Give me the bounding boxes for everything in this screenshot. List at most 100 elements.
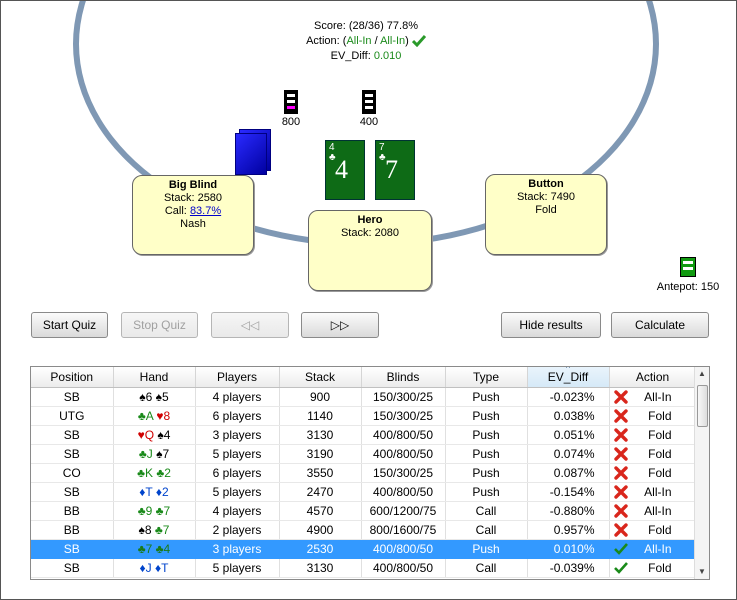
red-x-icon <box>613 523 628 538</box>
cell-ev-diff: -0.039% <box>527 558 610 578</box>
card-suit: ♣ <box>155 504 164 518</box>
table-row[interactable]: SB ♠6 ♠5 4 players 900 150/300/25 Push -0.023%… <box>31 387 697 407</box>
action-paren-close: ) <box>405 35 409 47</box>
cell-position: CO <box>31 463 114 483</box>
hand-card: ♣4 <box>156 542 171 556</box>
hand-card: ♦J <box>140 561 152 575</box>
card-rank: 5 <box>162 390 169 404</box>
red-x-icon <box>613 504 628 519</box>
column-header-label: Players <box>216 370 257 384</box>
hand-card: ♣9 <box>138 504 153 518</box>
column-header-hand[interactable]: Hand <box>113 367 196 388</box>
cell-position: UTG <box>31 406 114 426</box>
card-rank: 7 <box>163 504 171 518</box>
cell-stack: 900 <box>279 387 362 407</box>
hand-card: ♦T <box>139 485 152 499</box>
previous-hand-button[interactable]: ◁◁ <box>211 312 289 338</box>
cell-type: Push <box>445 463 528 483</box>
cell-stack: 1140 <box>279 406 362 426</box>
column-header-stack[interactable]: Stack <box>279 367 362 388</box>
cell-players: 4 players <box>195 387 280 407</box>
column-header-type[interactable]: Type <box>445 367 528 388</box>
card-rank: 4 <box>163 542 171 556</box>
cell-hand: ♠6 ♠5 <box>113 387 196 407</box>
cell-position: SB <box>31 444 114 464</box>
antepot: Antepot: 150 <box>643 257 733 293</box>
scrollbar-thumb[interactable] <box>697 385 708 427</box>
vertical-scrollbar[interactable]: ▲ ▼ <box>694 367 709 579</box>
call-range-link[interactable]: 83.7% <box>190 205 221 217</box>
cell-action: Fold <box>609 520 697 540</box>
cell-blinds: 150/300/25 <box>361 406 446 426</box>
card-rank: J <box>145 561 152 575</box>
cell-ev-diff: -0.880% <box>527 501 610 521</box>
cell-stack: 3550 <box>279 463 362 483</box>
card-rank: 4 <box>163 428 171 442</box>
column-header-ev-diff[interactable]: ^ EV_Diff <box>527 367 610 388</box>
results-grid[interactable]: Position Hand Players Stack Blinds Type ^ EV_Di… <box>30 366 710 580</box>
quiz-status: Score: (28/36) 77.8% Action: (All-In / A… <box>261 19 471 64</box>
score-line: Score: (28/36) 77.8% <box>261 19 471 34</box>
cell-action: Fold <box>609 444 697 464</box>
chip-stack-icon <box>284 90 298 114</box>
card-rank: 6 <box>145 390 153 404</box>
table-row[interactable]: SB ♥Q ♠4 3 players 3130 400/800/50 Push 0.051%… <box>31 425 697 445</box>
seat-stack: Stack: 2080 <box>340 227 400 239</box>
table-row[interactable]: SB ♦J ♦T 5 players 3130 400/800/50 Call -0.039… <box>31 558 697 578</box>
cell-stack: 2530 <box>279 539 362 559</box>
card-rank: 7 <box>162 447 170 461</box>
hide-results-button[interactable]: Hide results <box>501 312 601 338</box>
hand-card: ♣J <box>139 447 153 461</box>
table-row[interactable]: BB ♠8 ♣7 2 players 4900 800/1600/75 Call 0.957… <box>31 520 697 540</box>
action-label: All-In <box>644 484 672 499</box>
column-header-label: Position <box>50 370 94 384</box>
card-suit: ♣ <box>137 466 145 480</box>
cell-blinds: 400/800/50 <box>361 444 446 464</box>
scroll-down-icon[interactable]: ▼ <box>695 565 709 579</box>
calculate-button[interactable]: Calculate <box>611 312 709 338</box>
cell-blinds: 400/800/50 <box>361 539 446 559</box>
card-rank: T <box>145 485 153 499</box>
hand-card: ♥8 <box>156 409 170 423</box>
cell-ev-diff: -0.023% <box>527 387 610 407</box>
card-rank: 7 <box>145 542 153 556</box>
table-row[interactable]: CO ♣K ♣2 6 players 3550 150/300/25 Push 0.087%… <box>31 463 697 483</box>
start-quiz-button[interactable]: Start Quiz <box>31 312 108 338</box>
cell-players: 2 players <box>195 520 280 540</box>
hand-card: ♣2 <box>156 466 171 480</box>
next-hand-button[interactable]: ▷▷ <box>301 312 379 338</box>
card-suit: ♥ <box>156 409 164 423</box>
card-suit: ♣ <box>154 523 163 537</box>
table-row[interactable]: UTG ♣A ♥8 6 players 1140 150/300/25 Push 0.038… <box>31 406 697 426</box>
table-row[interactable]: SB ♦T ♦2 5 players 2470 400/800/50 Push -0.154… <box>31 482 697 502</box>
red-x-icon <box>613 447 628 462</box>
table-row[interactable]: SB ♣J ♠7 5 players 3190 400/800/50 Push 0.074%… <box>31 444 697 464</box>
card-rank-large: 7 <box>385 155 398 184</box>
stop-quiz-button[interactable]: Stop Quiz <box>121 312 198 338</box>
card-rank: 2 <box>162 485 169 499</box>
hand-card: ♠7 <box>156 447 169 461</box>
cell-hand: ♠8 ♣7 <box>113 520 196 540</box>
cell-type: Call <box>445 558 528 578</box>
column-header-action[interactable]: Action <box>609 367 697 388</box>
column-header-players[interactable]: Players <box>195 367 280 388</box>
seat-stack: Stack: 2580 <box>163 192 223 204</box>
cell-players: 5 players <box>195 482 280 502</box>
table-row[interactable]: SB ♣7 ♣4 3 players 2530 400/800/50 Push 0.010%… <box>31 539 697 559</box>
column-header-position[interactable]: Position <box>31 367 114 388</box>
cell-players: 5 players <box>195 444 280 464</box>
cell-action: All-In <box>609 387 697 407</box>
hand-card: ♣7 <box>138 542 153 556</box>
scroll-up-icon[interactable]: ▲ <box>695 367 709 381</box>
results-table: Position Hand Players Stack Blinds Type ^ EV_Di… <box>31 367 697 578</box>
column-header-blinds[interactable]: Blinds <box>361 367 446 388</box>
hole-card-2: 7 ♣ 7 <box>375 140 415 200</box>
score-value: (28/36) 77.8% <box>348 20 418 32</box>
table-row[interactable]: BB ♣9 ♣7 4 players 4570 600/1200/75 Call -0.88… <box>31 501 697 521</box>
cell-position: SB <box>31 558 114 578</box>
poker-table: Score: (28/36) 77.8% Action: (All-In / A… <box>1 1 736 299</box>
cell-players: 3 players <box>195 539 280 559</box>
red-x-icon <box>613 485 628 500</box>
card-rank: A <box>145 409 154 423</box>
ev-value: 0.010 <box>373 50 402 62</box>
